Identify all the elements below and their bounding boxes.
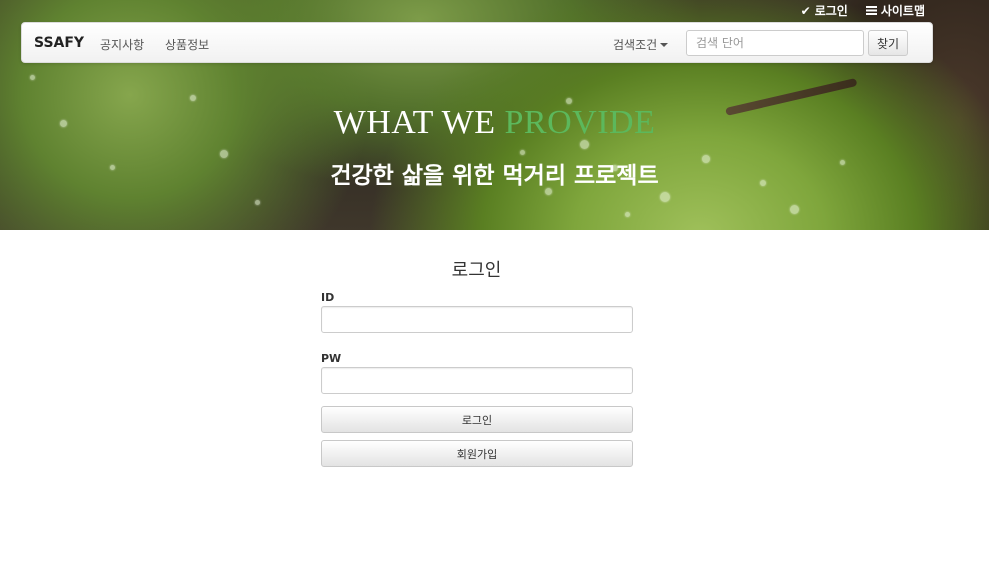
search-input[interactable] [686, 30, 864, 56]
water-drop [255, 200, 260, 205]
utility-login-link[interactable]: ✔ 로그인 [801, 2, 848, 19]
id-label: ID [321, 291, 335, 304]
water-drop [30, 75, 35, 80]
hero-title: WHAT WE PROVIDE [0, 104, 989, 142]
signup-button[interactable]: 회원가입 [321, 440, 633, 467]
water-drop [625, 212, 630, 217]
nav-link-product[interactable]: 상품정보 [165, 36, 209, 53]
caret-down-icon [660, 42, 669, 47]
water-drop [790, 205, 799, 214]
brand-logo[interactable]: SSAFY [34, 35, 84, 51]
id-field[interactable] [321, 306, 633, 333]
hero-title-main: WHAT WE [333, 104, 505, 141]
water-drop [660, 192, 670, 202]
utility-links: ✔ 로그인 사이트맵 [801, 2, 925, 19]
pw-field[interactable] [321, 367, 633, 394]
water-drop [190, 95, 196, 101]
search-condition-label: 검색조건 [613, 38, 658, 52]
search-button[interactable]: 찾기 [868, 30, 908, 56]
list-icon [865, 6, 877, 15]
utility-login-label: 로그인 [814, 4, 848, 18]
check-icon: ✔ [800, 3, 811, 18]
utility-sitemap-link[interactable]: 사이트맵 [865, 2, 925, 19]
search-condition-dropdown[interactable]: 검색조건 [613, 36, 669, 53]
navbar: SSAFY 공지사항 상품정보 검색조건 찾기 [21, 22, 933, 63]
hero-subtitle: 건강한 삶을 위한 먹거리 프로젝트 [330, 163, 659, 189]
nav-link-notice[interactable]: 공지사항 [100, 36, 144, 53]
hero-title-accent: PROVIDE [504, 104, 656, 141]
login-title: 로그인 [451, 260, 502, 281]
water-drop [520, 150, 525, 155]
pw-label: PW [321, 352, 342, 365]
login-button[interactable]: 로그인 [321, 406, 633, 433]
utility-sitemap-label: 사이트맵 [880, 4, 925, 18]
